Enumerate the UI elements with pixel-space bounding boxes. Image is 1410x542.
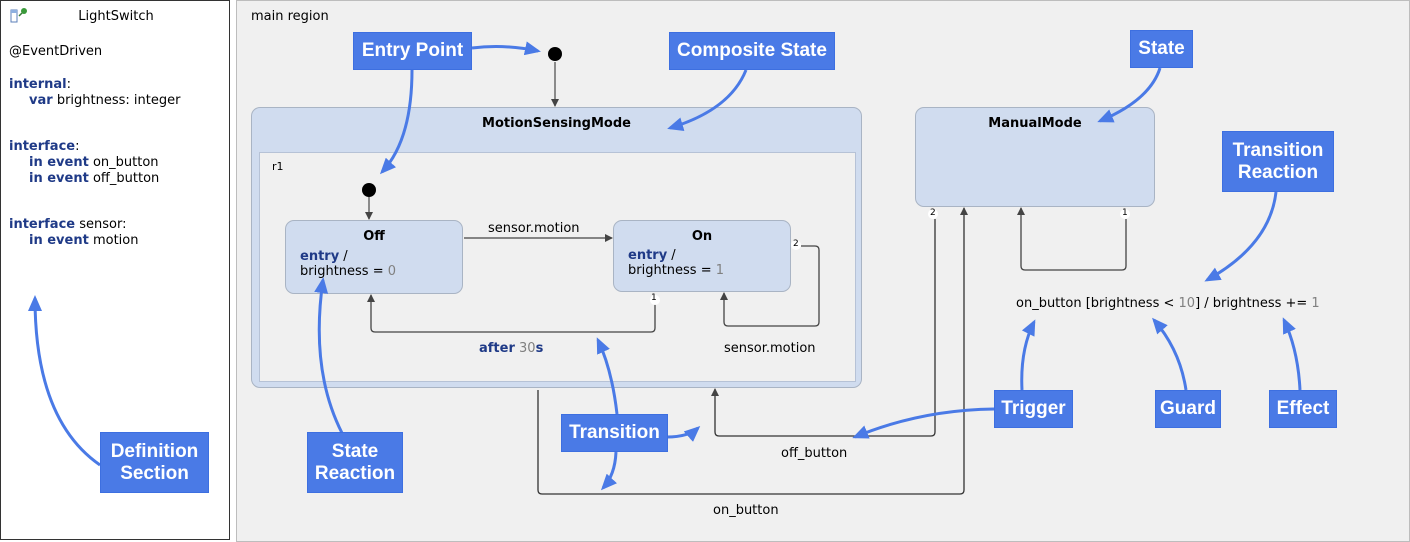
- entry-slash: /: [667, 248, 676, 263]
- region-label: r1: [272, 160, 284, 173]
- entry-keyword: entry: [300, 249, 340, 264]
- event-decl: in event motion: [29, 233, 139, 248]
- after-keyword: after: [479, 341, 515, 356]
- entry-action: brightness =: [628, 263, 716, 278]
- statechart-title: LightSwitch: [78, 9, 154, 24]
- state-reaction: entry / brightness = 1: [628, 248, 724, 278]
- event-decl: in event on_button: [29, 155, 159, 170]
- time-unit: s: [535, 341, 544, 356]
- transition-label-off-button[interactable]: off_button: [781, 446, 847, 461]
- event-keyword: in event: [29, 233, 89, 248]
- transition-label-manual-self[interactable]: on_button [brightness < 10] / brightness…: [1016, 296, 1320, 311]
- interface-keyword: interface: [9, 217, 76, 232]
- state-name: MotionSensingMode: [482, 116, 631, 131]
- event-name: motion: [92, 233, 139, 248]
- entry-slash: /: [339, 249, 348, 264]
- annotation: @EventDriven: [9, 44, 103, 59]
- priority-number: 1: [1122, 208, 1128, 218]
- callout-trigger: Trigger: [994, 390, 1073, 428]
- time-value: 30: [519, 341, 536, 356]
- transition-label-on-button[interactable]: on_button: [713, 503, 779, 518]
- entry-value: 0: [387, 264, 397, 279]
- effect-value: 1: [1311, 296, 1320, 311]
- transition-label-on-self[interactable]: sensor.motion: [724, 341, 816, 356]
- var-keyword: var: [29, 93, 53, 108]
- internal-scope: internal:: [9, 77, 72, 92]
- main-region-label: main region: [251, 9, 329, 24]
- var-declaration: var brightness: integer: [29, 93, 180, 108]
- entry-value: 1: [715, 263, 725, 278]
- state-name: Off: [363, 229, 385, 244]
- callout-composite-state: Composite State: [669, 32, 835, 70]
- guard-value: 10: [1178, 296, 1196, 311]
- entry-action: brightness =: [300, 264, 388, 279]
- transition-label-off-to-on[interactable]: sensor.motion: [488, 221, 580, 236]
- callout-state: State: [1130, 30, 1193, 68]
- event-decl: in event off_button: [29, 171, 159, 186]
- interface-keyword: interface: [9, 139, 76, 154]
- event-keyword: in event: [29, 171, 89, 186]
- interface-sensor-scope: interface sensor:: [9, 217, 126, 232]
- trigger-guard-text: on_button [brightness <: [1016, 296, 1179, 311]
- state-off[interactable]: Off entry / brightness = 0: [285, 220, 463, 294]
- entry-keyword: entry: [628, 248, 668, 263]
- state-name: On: [691, 229, 713, 244]
- interface-name: sensor:: [79, 217, 127, 232]
- callout-definition-section: Definition Section: [100, 432, 209, 493]
- effect-text: ] / brightness +=: [1195, 296, 1312, 311]
- callout-effect: Effect: [1269, 390, 1337, 428]
- priority-number: 1: [651, 293, 657, 303]
- internal-keyword: internal: [9, 77, 67, 92]
- priority-number: 2: [793, 239, 799, 249]
- state-name: ManualMode: [988, 116, 1082, 131]
- state-manualmode[interactable]: ManualMode: [915, 107, 1155, 207]
- event-name: on_button: [92, 155, 159, 170]
- callout-entry-point: Entry Point: [353, 32, 472, 70]
- event-keyword: in event: [29, 155, 89, 170]
- callout-guard: Guard: [1155, 390, 1221, 428]
- callout-transition: Transition: [561, 414, 668, 452]
- callout-transition-reaction: Transition Reaction: [1222, 131, 1334, 192]
- state-reaction: entry / brightness = 0: [300, 249, 396, 279]
- var-decl: brightness: integer: [56, 93, 181, 108]
- priority-number: 2: [930, 208, 936, 218]
- state-on[interactable]: On entry / brightness = 1: [613, 220, 791, 292]
- transition-label-on-to-off[interactable]: after 30s: [479, 341, 543, 356]
- callout-state-reaction: State Reaction: [307, 432, 403, 493]
- event-name: off_button: [92, 171, 160, 186]
- interface-scope: interface:: [9, 139, 80, 154]
